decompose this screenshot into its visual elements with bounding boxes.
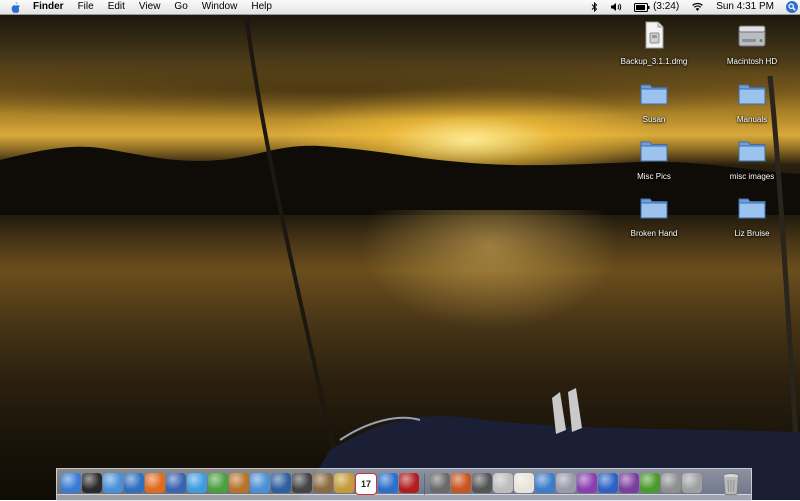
desktop-item-folder-misc-pics[interactable]: Misc Pics <box>617 135 691 181</box>
trash-icon[interactable] <box>721 472 741 496</box>
bluetooth-icon[interactable] <box>585 2 604 12</box>
wifi-icon[interactable] <box>685 2 710 12</box>
desktop-item-label: misc images <box>729 172 775 181</box>
disk-image-icon <box>645 21 664 49</box>
finder-icon[interactable] <box>61 473 81 493</box>
menu-clock[interactable]: Sun 4:31 PM <box>710 0 780 14</box>
desktop-item-label: Broken Hand <box>630 229 678 238</box>
finder-apps-icon[interactable] <box>661 473 681 493</box>
thunderbird-icon[interactable] <box>166 473 186 493</box>
desktop-wallpaper <box>0 0 800 500</box>
desktop-item-macintosh-hd[interactable]: Macintosh HD <box>715 20 789 66</box>
word-icon[interactable] <box>598 473 618 493</box>
internet-explorer-icon[interactable] <box>124 473 144 493</box>
battery-icon <box>634 2 650 12</box>
desktop-item-label: Susan <box>642 115 666 124</box>
app-p-icon[interactable] <box>619 473 639 493</box>
menu-window[interactable]: Window <box>195 0 245 14</box>
menu-go[interactable]: Go <box>167 0 194 14</box>
folder-icon <box>738 84 766 105</box>
garageband-icon[interactable] <box>229 473 249 493</box>
dashboard-icon[interactable] <box>82 473 102 493</box>
battery-status[interactable]: (3:24) <box>628 0 685 14</box>
menu-view[interactable]: View <box>132 0 168 14</box>
hard-drive-icon <box>738 25 766 47</box>
system-preferences-icon[interactable] <box>682 473 702 493</box>
desktop-item-label: Misc Pics <box>637 172 671 181</box>
desktop-item-folder-misc-images[interactable]: misc images <box>715 135 789 181</box>
preview-icon[interactable] <box>313 473 333 493</box>
ichat-icon[interactable] <box>187 473 207 493</box>
volume-icon[interactable] <box>604 2 628 12</box>
network-icon[interactable] <box>535 473 555 493</box>
apple-icon[interactable] <box>6 0 26 14</box>
sync-icon[interactable] <box>430 473 450 493</box>
menu-file[interactable]: File <box>71 0 101 14</box>
dock-app-list: 17 <box>61 473 702 495</box>
menu-app-finder[interactable]: Finder <box>26 0 71 14</box>
desktop-item-label: Liz Bruise <box>734 229 770 238</box>
messenger-icon[interactable] <box>208 473 228 493</box>
desktop-item-folder-broken-hand[interactable]: Broken Hand <box>617 192 691 238</box>
app-h-icon[interactable] <box>640 473 660 493</box>
folder-icon <box>640 84 668 105</box>
desktop-item-label: Manuals <box>736 115 768 124</box>
dock: 17 <box>56 468 752 501</box>
dock-separator <box>424 473 425 495</box>
umbrella-icon[interactable] <box>451 473 471 493</box>
ical-icon[interactable]: 17 <box>355 473 377 495</box>
quicktime-icon[interactable] <box>378 473 398 493</box>
iphoto-icon[interactable] <box>271 473 291 493</box>
spider-icon[interactable] <box>472 473 492 493</box>
folder-icon <box>640 141 668 162</box>
safari-icon[interactable] <box>103 473 123 493</box>
ipod-icon[interactable] <box>493 473 513 493</box>
menu-edit[interactable]: Edit <box>101 0 132 14</box>
desktop-item-folder-susan[interactable]: Susan <box>617 78 691 124</box>
desktop-item-label: Macintosh HD <box>726 57 778 66</box>
script-editor-icon[interactable] <box>556 473 576 493</box>
menu-bar: Finder File Edit View Go Window Help (3:… <box>0 0 800 15</box>
desktop-item-folder-manuals[interactable]: Manuals <box>715 78 789 124</box>
desktop-item-folder-liz-bruise[interactable]: Liz Bruise <box>715 192 789 238</box>
photo-app-icon[interactable] <box>334 473 354 493</box>
folder-icon <box>640 198 668 219</box>
textedit-icon[interactable] <box>514 473 534 493</box>
flash-icon[interactable] <box>399 473 419 493</box>
folder-icon <box>738 198 766 219</box>
battery-time: (3:24) <box>653 1 680 12</box>
boat-deck <box>300 388 800 500</box>
desktop-item-backup-dmg[interactable]: Backup_3.1.1.dmg <box>617 20 691 66</box>
desktop-item-label: Backup_3.1.1.dmg <box>620 57 688 66</box>
app-v-icon[interactable] <box>577 473 597 493</box>
firefox-icon[interactable] <box>145 473 165 493</box>
spotlight-icon[interactable] <box>786 1 798 13</box>
menu-help[interactable]: Help <box>244 0 279 14</box>
folder-icon <box>738 141 766 162</box>
imovie-icon[interactable] <box>292 473 312 493</box>
itunes-icon[interactable] <box>250 473 270 493</box>
